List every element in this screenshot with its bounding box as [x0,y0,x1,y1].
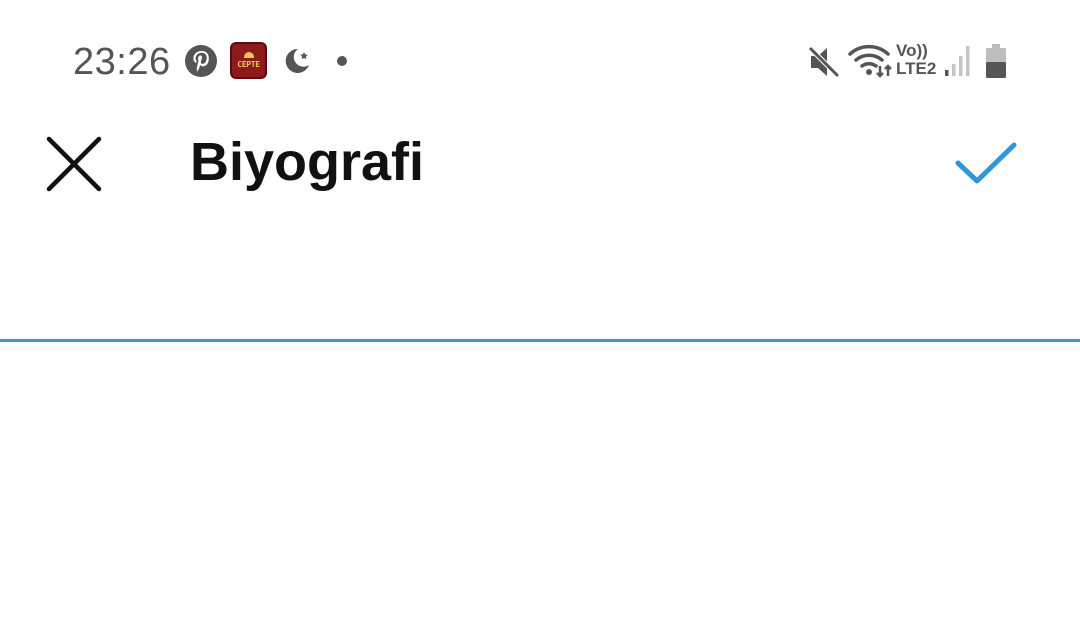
status-bar: 23:26 CEPTE Vo)) LTE2 [0,0,1080,120]
lte-label: LTE2 [896,59,937,78]
volte-lte-indicator: Vo)) LTE2 [896,42,936,78]
bio-edit-screen: 23:26 CEPTE Vo)) LTE2 Biyografi [0,0,1080,620]
app-bar: Biyografi [0,120,1080,210]
close-icon [46,136,102,192]
battery-icon [986,44,1006,78]
moon-icon [285,48,309,73]
pinterest-icon [185,45,217,77]
mute-icon [808,46,840,78]
app-badge-text: CEPTE [237,60,260,69]
volte-label: Vo)) [896,41,928,60]
dot-icon [337,56,347,66]
close-button[interactable] [38,128,110,200]
app-badge-emblem [243,52,254,58]
page-title: Biyografi [190,132,425,192]
status-time: 23:26 [73,41,171,83]
wifi-icon [848,44,892,78]
confirm-button[interactable] [948,128,1024,200]
signal-icon [945,46,970,76]
bio-input[interactable] [0,230,1080,342]
app-badge-icon: CEPTE [230,42,267,79]
check-icon [955,142,1017,184]
